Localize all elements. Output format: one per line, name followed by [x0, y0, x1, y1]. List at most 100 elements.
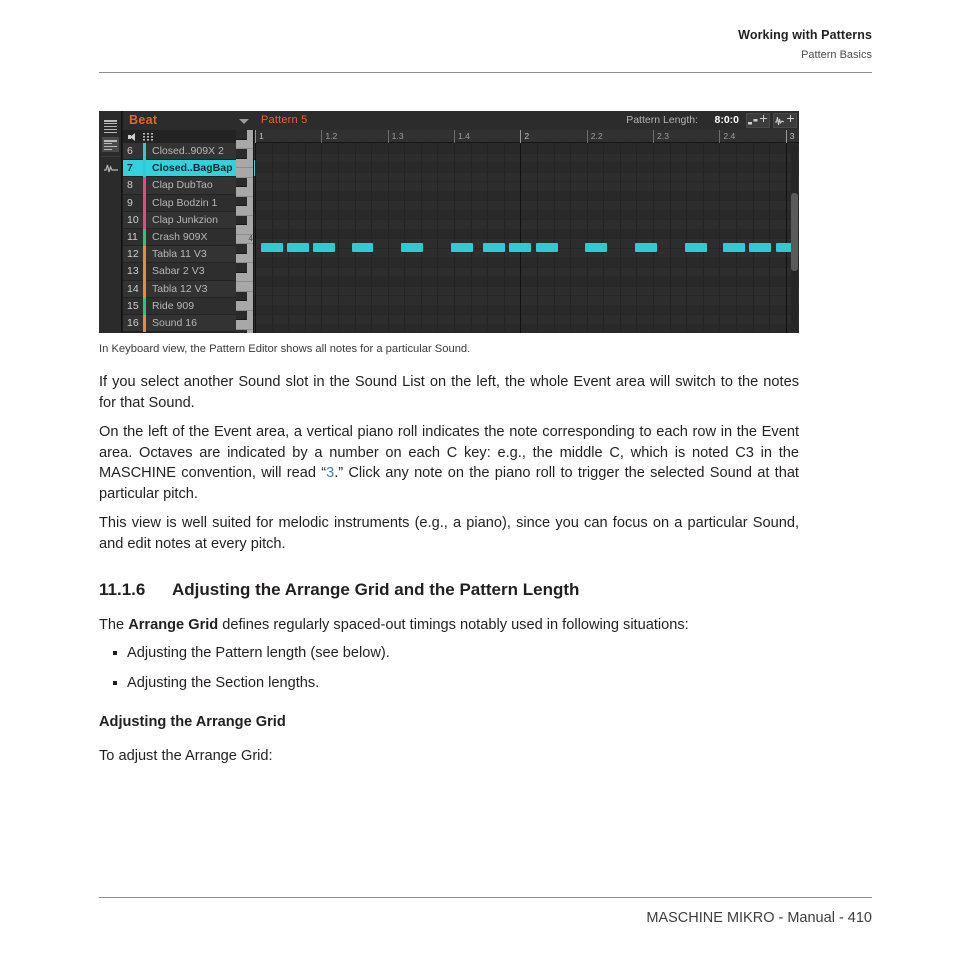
piano-key-black[interactable] [236, 130, 247, 140]
note-event[interactable] [351, 243, 374, 252]
ruler-tick[interactable]: 1.2 [321, 130, 337, 143]
grid-step-line [636, 143, 638, 333]
grid-row-line [255, 314, 799, 315]
waveform-view-icon[interactable] [102, 161, 119, 176]
ruler-tick[interactable]: 1.3 [387, 130, 404, 143]
note-event[interactable] [509, 243, 532, 252]
footer-text: MASCHINE MIKRO - Manual - 410 [646, 910, 872, 926]
grid-step-line [304, 143, 306, 333]
piano-key-black[interactable] [236, 149, 247, 159]
sound-slot-name: Clap Junkzion [152, 213, 218, 226]
note-event[interactable] [287, 243, 310, 252]
ruler-tick[interactable]: 2.3 [653, 130, 669, 143]
piano-key-black[interactable] [236, 310, 247, 320]
piano-key-white[interactable] [236, 187, 253, 197]
piano-key-black[interactable] [236, 196, 247, 206]
waveform-glyph [104, 164, 118, 173]
grid-step-line [603, 143, 605, 333]
scrollbar-thumb[interactable] [791, 193, 798, 271]
list-view-icon[interactable] [102, 117, 119, 134]
piano-key-white[interactable] [236, 253, 253, 263]
note-event[interactable] [450, 243, 473, 252]
chevron-down-icon[interactable] [239, 119, 249, 124]
note-event[interactable] [635, 243, 658, 252]
running-header: Working with Patterns Pattern Basics [99, 28, 872, 61]
grid-step-line [653, 143, 655, 333]
ruler-tick[interactable]: 2.2 [586, 130, 603, 143]
keyboard-view-icon[interactable] [102, 137, 119, 152]
ruler-tick-label: 1.2 [325, 131, 338, 141]
piano-key-black[interactable] [236, 215, 247, 225]
note-event[interactable] [535, 243, 558, 252]
note-event[interactable] [260, 243, 283, 252]
piano-key-white[interactable] [236, 139, 253, 149]
ruler-tick[interactable]: 3 [785, 130, 795, 143]
paragraph-piano-roll: On the left of the Event area, a vertica… [99, 422, 799, 504]
speaker-icon[interactable] [128, 133, 137, 141]
grid-row-band [255, 228, 799, 238]
piano-key-black[interactable] [236, 263, 247, 273]
note-event[interactable] [749, 243, 772, 252]
piano-key-white[interactable] [236, 168, 253, 178]
piano-key-white[interactable] [236, 272, 253, 282]
pattern-length-value[interactable]: 8:0:0 [714, 114, 739, 126]
piano-key-white[interactable]: 4 [236, 234, 253, 244]
pad-grid-icon[interactable] [143, 133, 153, 141]
ruler-tick-label: 2.4 [723, 131, 736, 141]
note-event[interactable] [585, 243, 608, 252]
section-heading: 11.1.6 Adjusting the Arrange Grid and the… [99, 580, 579, 600]
piano-key-white[interactable] [236, 158, 253, 168]
piano-key-white[interactable] [236, 301, 253, 311]
grid-row-line [255, 219, 799, 220]
grid-row-band [255, 257, 799, 267]
grid-bar-line [255, 143, 256, 333]
grid-row-line [255, 171, 799, 173]
sound-color-strip [143, 177, 146, 195]
piano-key-black[interactable] [236, 177, 247, 187]
piano-key-black[interactable] [236, 291, 247, 301]
sound-color-strip [143, 263, 146, 281]
piano-key-white[interactable] [236, 282, 253, 292]
header-chapter-title: Working with Patterns [738, 28, 872, 42]
piano-key-black[interactable] [236, 329, 247, 333]
bullet-list: Adjusting the Pattern length (see below)… [99, 643, 799, 703]
velocity-edit-icon[interactable] [773, 113, 797, 128]
grid-step-line [288, 143, 290, 333]
grid-step-line [337, 143, 339, 333]
note-event[interactable] [684, 243, 707, 252]
pattern-length-label: Pattern Length: [626, 114, 698, 126]
octave-link[interactable]: 3 [326, 465, 334, 481]
note-edit-icon[interactable] [746, 113, 770, 128]
note-event[interactable] [313, 243, 336, 252]
grid-step-line [669, 143, 671, 333]
grid-bar-line [785, 143, 787, 333]
note-event[interactable] [722, 243, 745, 252]
piano-key-black[interactable] [236, 244, 247, 254]
vertical-scrollbar[interactable] [791, 145, 798, 331]
sound-slot-name: Ride 909 [152, 299, 195, 312]
sound-slot-name: Sabar 2 V3 [152, 265, 205, 278]
note-event[interactable] [401, 243, 424, 252]
sound-color-strip [143, 314, 146, 333]
note-event[interactable] [483, 243, 506, 252]
sound-color-strip [143, 211, 146, 229]
sound-slot-name: Tabla 12 V3 [152, 282, 208, 295]
ruler-tick[interactable]: 1 [255, 130, 264, 143]
piano-roll-keyboard[interactable]: 4 [236, 130, 254, 333]
pattern-name[interactable]: Pattern 5 [261, 114, 307, 126]
piano-key-white[interactable] [236, 206, 253, 216]
ruler-tick[interactable]: 2 [520, 130, 529, 143]
piano-key-white[interactable] [236, 320, 253, 330]
grid-step-line [321, 143, 323, 333]
group-header[interactable]: Beat [123, 111, 255, 130]
crosshair-icon [787, 115, 794, 122]
sound-slot-name: Sound 16 [152, 316, 197, 329]
event-area[interactable] [255, 143, 799, 333]
timeline-ruler[interactable]: 1 1.2 1.3 1.4 2 2.2 2.3 2.4 3 [255, 130, 799, 143]
ruler-tick[interactable]: 1.4 [454, 130, 470, 143]
sound-slot-index: 6 [127, 145, 133, 157]
ruler-tick-label: 1.4 [458, 131, 470, 141]
ruler-tick[interactable]: 2.4 [719, 130, 735, 143]
grid-step-line [503, 143, 505, 333]
grid-step-line [769, 143, 771, 333]
